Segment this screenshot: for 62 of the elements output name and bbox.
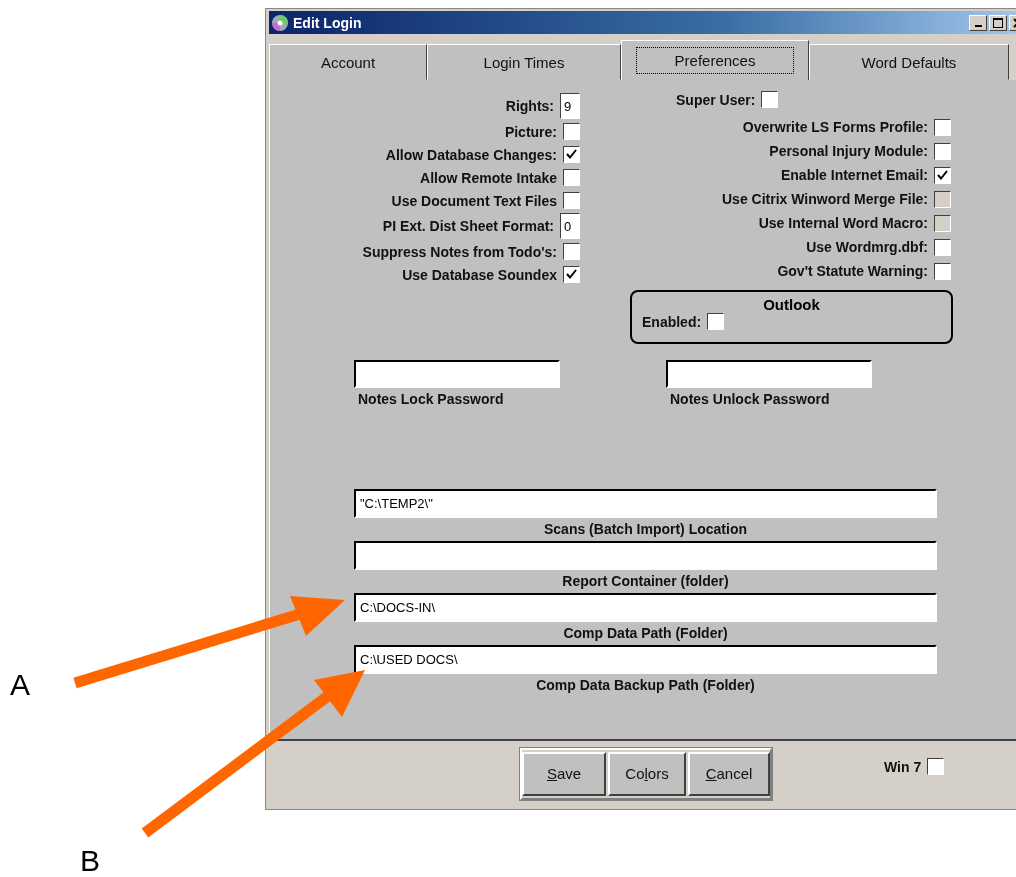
number-field[interactable]: 0 [560, 213, 580, 239]
option-label: Overwrite LS Forms Profile: [742, 119, 928, 135]
field-label: Comp Data Backup Path (Folder) [536, 677, 755, 693]
path-field[interactable] [354, 541, 937, 570]
option-label: Win 7 [884, 758, 922, 775]
checkbox[interactable] [563, 123, 580, 140]
option-label: Use Database Soundex [402, 266, 557, 283]
tab[interactable]: Account [269, 44, 427, 80]
group-title: Outlook [763, 296, 820, 313]
annotation-letter: A [10, 670, 30, 700]
option-label: Suppress Notes from Todo's: [362, 243, 557, 260]
checkbox[interactable] [934, 238, 951, 256]
checkbox[interactable] [934, 142, 951, 160]
dialog-button[interactable]: Save [522, 751, 606, 796]
annotation-letter: B [80, 846, 100, 876]
path-field[interactable]: C:\DOCS-IN\ [354, 593, 937, 622]
checkbox[interactable] [563, 146, 580, 163]
checkbox[interactable] [934, 262, 951, 280]
dialog-button[interactable]: Cancel [688, 751, 770, 796]
field-label: Notes Unlock Password [670, 391, 831, 407]
field-label: Notes Lock Password [358, 391, 505, 407]
option-label: Rights: [505, 98, 554, 114]
checkbox[interactable] [934, 118, 951, 136]
option-label: Picture: [504, 123, 557, 140]
option-label: Use Internal Word Macro: [758, 215, 928, 231]
password-field[interactable] [666, 360, 872, 388]
checkbox[interactable] [563, 243, 580, 260]
option-label: Use Citrix Winword Merge File: [722, 191, 928, 207]
field-label: Scans (Batch Import) Location [544, 521, 747, 537]
option-label: Allow Remote Intake [420, 169, 557, 186]
checkbox[interactable] [563, 266, 580, 283]
tab[interactable]: Word Defaults [809, 44, 1009, 80]
checkbox[interactable] [934, 166, 951, 184]
checkbox[interactable] [927, 758, 945, 775]
disc-icon [271, 13, 289, 32]
checkbox[interactable] [563, 192, 580, 209]
path-field[interactable]: "C:\TEMP2\" [354, 489, 937, 518]
option-label: PI Ext. Dist Sheet Format: [382, 218, 554, 234]
checkbox[interactable] [761, 91, 779, 108]
tab[interactable]: Preferences [621, 40, 809, 80]
option-label: Use Document Text Files [391, 192, 557, 209]
field-label: Report Container (folder) [562, 573, 729, 589]
field-label: Comp Data Path (Folder) [563, 625, 728, 641]
checkbox[interactable] [707, 313, 725, 330]
option-label: Use Wordmrg.dbf: [806, 239, 928, 255]
window-title: Edit Login [293, 14, 363, 31]
option-label: Allow Database Changes: [385, 146, 557, 163]
option-label: Super User: [676, 91, 756, 108]
password-field[interactable] [354, 360, 560, 388]
option-label: Gov't Statute Warning: [777, 263, 928, 279]
minimize-icon [974, 24, 982, 27]
option-label: Enabled: [642, 313, 702, 330]
minimize-button[interactable] [969, 14, 987, 31]
checkbox[interactable] [563, 169, 580, 186]
tab[interactable]: Login Times [427, 44, 621, 80]
maximize-button[interactable] [989, 14, 1007, 31]
option-label: Personal Injury Module: [769, 143, 928, 159]
dialog-button[interactable]: Colors [608, 751, 686, 796]
number-field[interactable]: 9 [560, 93, 580, 119]
maximize-icon [993, 17, 1003, 28]
option-label: Enable Internet Email: [780, 167, 928, 183]
path-field[interactable]: C:\USED DOCS\ [354, 645, 937, 674]
